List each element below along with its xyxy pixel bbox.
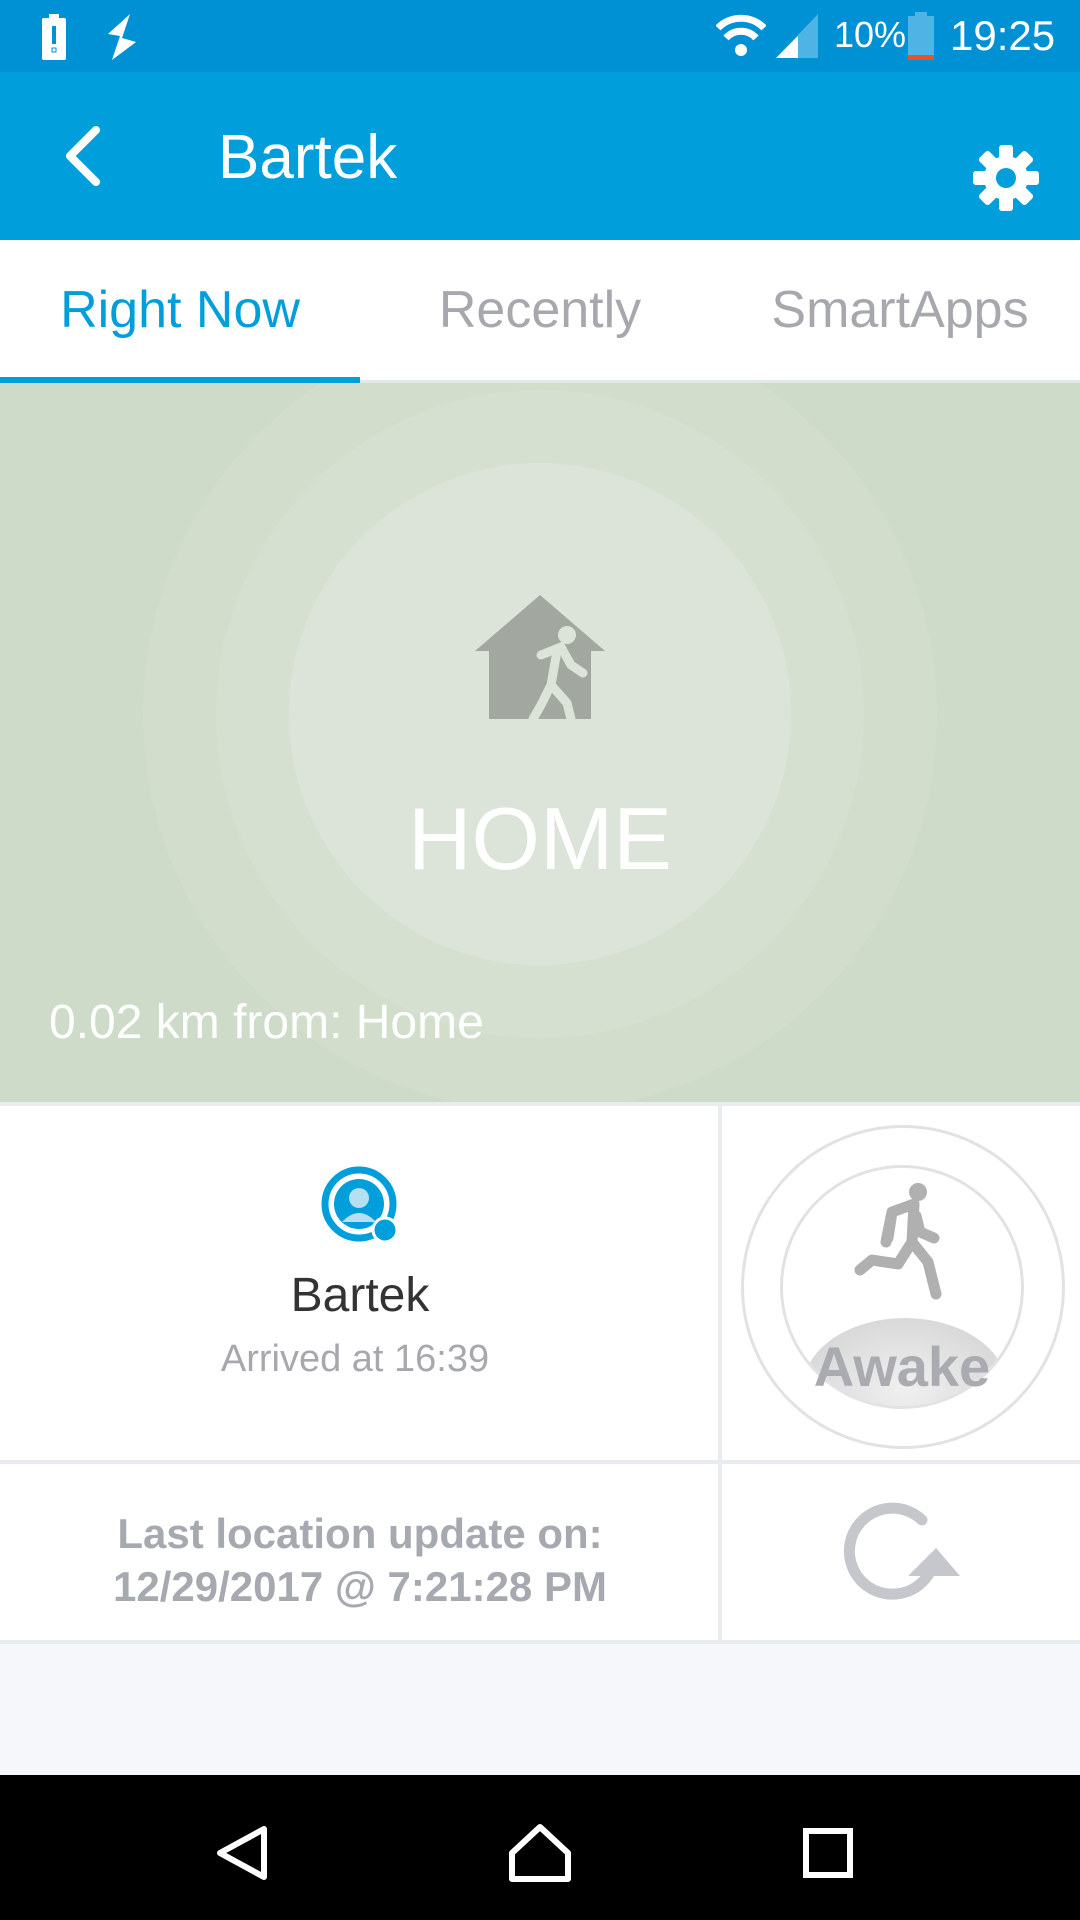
tab-right-now[interactable]: Right Now xyxy=(0,240,360,380)
location-update-text: Last location update on: 12/29/2017 @ 7:… xyxy=(0,1507,720,1613)
presence-state: HOME xyxy=(408,789,672,888)
page-title: Bartek xyxy=(218,123,398,192)
presence-panel: HOME 0.02 km from: Home xyxy=(0,383,1080,1102)
location-update-time: 12/29/2017 @ 7:21:28 PM xyxy=(113,1563,607,1610)
battery-icon xyxy=(908,12,934,60)
tab-smartapps[interactable]: SmartApps xyxy=(720,240,1080,380)
home-icon[interactable] xyxy=(508,1823,572,1883)
person-name: Bartek xyxy=(290,1269,430,1322)
activity-label: Awake xyxy=(813,1335,991,1398)
flash-icon xyxy=(108,14,136,60)
tab-bar: Right Now Recently SmartApps xyxy=(0,240,1080,383)
chevron-left-icon[interactable] xyxy=(60,124,104,188)
wifi-icon xyxy=(716,14,766,56)
user-avatar-icon xyxy=(321,1166,399,1244)
clock: 19:25 xyxy=(950,12,1056,59)
app-bar: Bartek xyxy=(0,72,1080,240)
distance-text: 0.02 km from: Home xyxy=(49,996,484,1049)
signal-icon xyxy=(776,14,818,58)
divider xyxy=(0,1460,1080,1464)
recents-square-icon[interactable] xyxy=(802,1827,856,1881)
back-triangle-icon[interactable] xyxy=(214,1825,270,1881)
refresh-icon[interactable] xyxy=(840,1502,964,1612)
home-person-icon xyxy=(475,595,605,719)
running-person-icon xyxy=(854,1183,942,1300)
location-update-label: Last location update on: xyxy=(117,1510,603,1557)
system-nav-bar xyxy=(0,1775,1080,1920)
status-bar: 10% 19:25 xyxy=(0,0,1080,72)
tab-recently[interactable]: Recently xyxy=(360,240,720,380)
battery-percent: 10% xyxy=(834,14,907,55)
arrived-time: Arrived at 16:39 xyxy=(220,1338,490,1380)
gear-icon[interactable] xyxy=(972,144,1040,212)
divider xyxy=(0,1640,1080,1644)
battery-alert-icon xyxy=(42,14,66,60)
details-grid: Bartek Arrived at 16:39 Awake Last locat… xyxy=(0,1102,1080,1644)
